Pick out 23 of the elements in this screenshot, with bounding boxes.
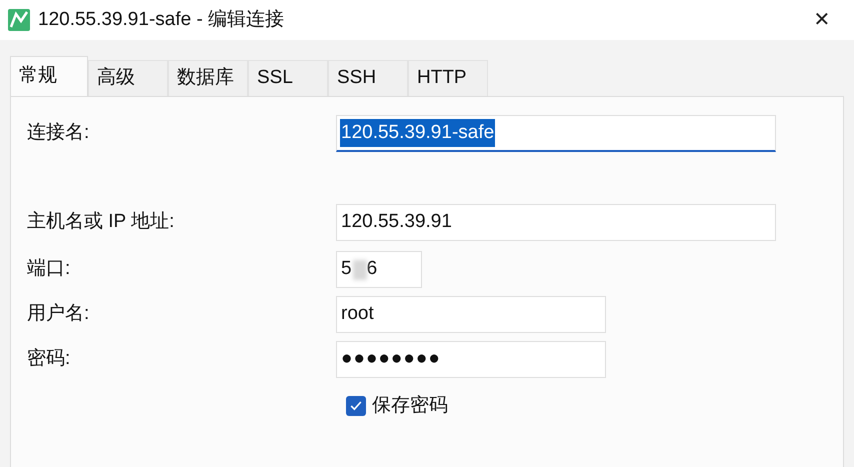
- tab[interactable]: 常规: [10, 56, 88, 96]
- app-logo-icon: [8, 9, 30, 31]
- tab[interactable]: 数据库: [168, 60, 248, 96]
- input-field[interactable]: 120.55.39.91: [336, 204, 776, 241]
- input-field[interactable]: 5 6: [336, 251, 422, 288]
- field-label: 主机名或 IP 地址:: [27, 210, 176, 234]
- window-title: 120.55.39.91-safe - 编辑连接: [38, 8, 284, 32]
- tab[interactable]: HTTP: [408, 60, 488, 96]
- checkbox-label: 保存密码: [372, 394, 448, 418]
- redaction-blur: [352, 260, 367, 280]
- tab[interactable]: 高级: [88, 60, 168, 96]
- field-label: 连接名:: [27, 121, 90, 146]
- field-label: 端口:: [27, 257, 72, 282]
- field-label: 用户名:: [27, 302, 90, 326]
- tab[interactable]: SSL: [248, 60, 328, 96]
- password-field[interactable]: ●●●●●●●●: [336, 341, 606, 378]
- field-label: 密码:: [27, 347, 72, 372]
- tab[interactable]: SSH: [328, 60, 408, 96]
- input-field[interactable]: 120.55.39.91-safe: [336, 115, 776, 152]
- field-value: 6: [366, 257, 378, 282]
- input-field[interactable]: root: [336, 296, 606, 333]
- close-button[interactable]: ✕: [804, 4, 840, 36]
- checkbox[interactable]: [346, 396, 366, 416]
